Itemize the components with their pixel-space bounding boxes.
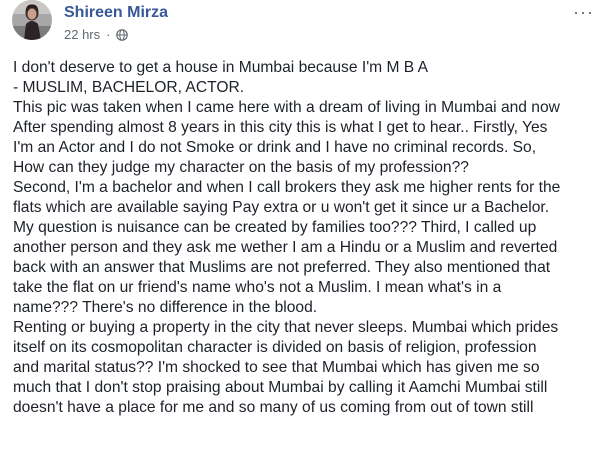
post-text-line: This pic was taken when I came here with… — [13, 99, 560, 116]
post-text-line: - MUSLIM, BACHELOR, ACTOR. — [13, 79, 245, 96]
post-text-line: name??? There's no difference in the blo… — [13, 299, 318, 316]
post-text-line: back with an answer that Muslims are not… — [13, 259, 551, 276]
post-body: I don't deserve to get a house in Mumbai… — [13, 58, 593, 418]
post-text-line: another person and they ask me wether I … — [13, 239, 558, 256]
post-text-line: much that I don't stop praising about Mu… — [13, 379, 548, 396]
profile-photo — [12, 0, 52, 40]
post-text-line: and marital status?? I'm shocked to see … — [13, 359, 540, 376]
post-options-menu-icon[interactable]: ··· — [573, 3, 594, 21]
post-text-line: I don't deserve to get a house in Mumbai… — [13, 59, 429, 76]
post-text-line: doesn't have a place for me and so many … — [13, 399, 534, 416]
post-text-line: take the flat on ur friend's name who's … — [13, 279, 502, 296]
post-text-line: I'm an Actor and I do not Smoke or drink… — [13, 139, 537, 156]
post-text-line: My question is nuisance can be created b… — [13, 219, 537, 236]
globe-icon[interactable] — [116, 28, 129, 41]
post-text-line: Second, I'm a bachelor and when I call b… — [13, 179, 561, 196]
post-text-line: flats which are available saying Pay ext… — [13, 199, 550, 216]
facebook-post: Shireen Mirza 22 hrs · ··· I don't deser… — [0, 0, 600, 450]
meta-separator: · — [106, 27, 111, 42]
post-text-line: Renting or buying a property in the city… — [13, 319, 559, 336]
post-text-line: itself on its cosmopolitan character is … — [13, 339, 537, 356]
post-text-line: How can they judge my character on the b… — [13, 159, 469, 176]
post-meta: 22 hrs · — [64, 27, 129, 42]
avatar[interactable] — [12, 0, 52, 40]
post-text-line: After spending almost 8 years in this ci… — [13, 119, 548, 136]
post-timestamp[interactable]: 22 hrs — [64, 27, 100, 42]
author-name[interactable]: Shireen Mirza — [64, 4, 168, 22]
